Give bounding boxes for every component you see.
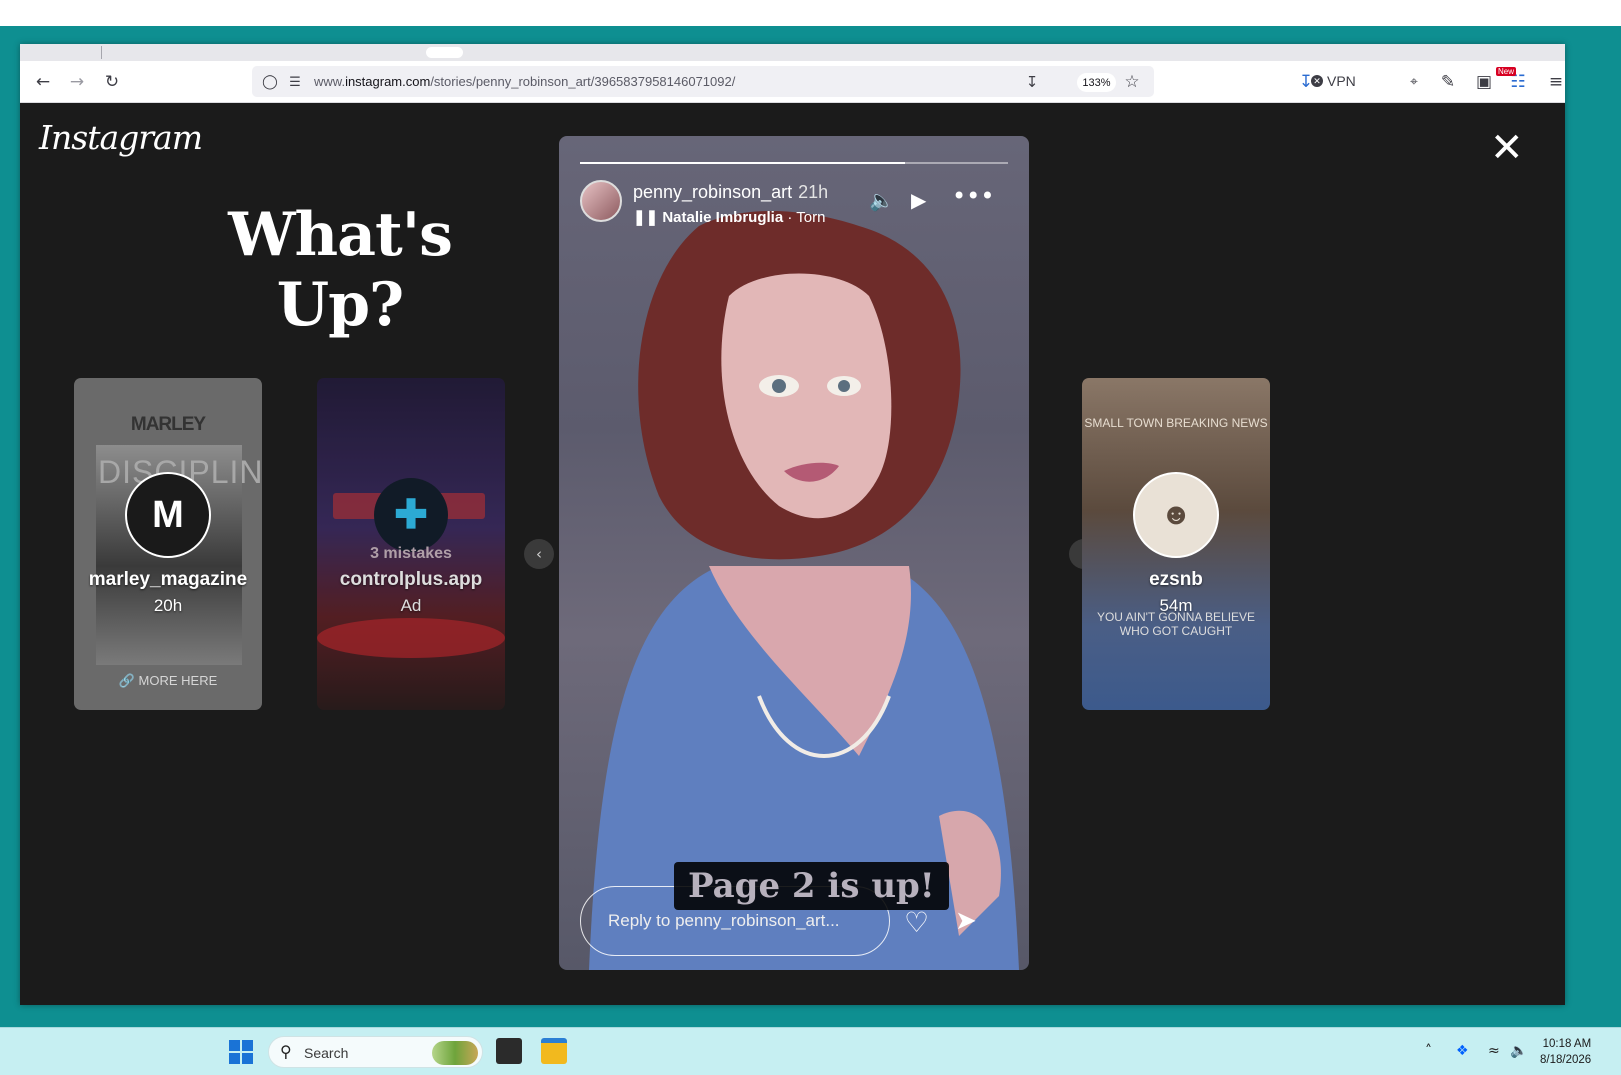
url-text[interactable]: www.instagram.com/stories/penny_robinson… xyxy=(314,74,735,89)
active-story[interactable]: penny_robinson_art 21h ❚❚ Natalie Imbrugl… xyxy=(559,136,1029,970)
search-highlight-image xyxy=(432,1041,478,1065)
instagram-story-viewer: Instagram ✕ What's Up? MARLEY DISCIPLINE… xyxy=(20,103,1565,1005)
previous-story-button[interactable]: ‹ xyxy=(524,539,554,569)
story-username: marley_magazine xyxy=(88,569,248,590)
marley-logo-icon: M xyxy=(152,493,184,536)
volume-icon[interactable]: 🔈 xyxy=(869,188,894,212)
extensions-icon[interactable]: ⌖ xyxy=(1400,68,1428,96)
instagram-logo[interactable]: Instagram xyxy=(39,118,203,157)
save-page-icon[interactable]: ↧ xyxy=(1018,68,1046,96)
taskbar: ⚲ Search ˄ ❖ ≈ 🔈 10:18 AM 8/18/2026 xyxy=(0,1027,1621,1075)
bookmark-star-icon[interactable]: ☆ xyxy=(1118,68,1146,96)
browser-window: ← → ↻ ◯ ☰ www.instagram.com/stories/penn… xyxy=(20,44,1565,1005)
story-card-marley-magazine[interactable]: MARLEY DISCIPLINE M marley_magazine 20h … xyxy=(74,378,262,710)
music-song: · Torn xyxy=(783,209,826,226)
card-more-text: 🔗 MORE HERE xyxy=(118,673,218,688)
vpn-status-icon: ✕ xyxy=(1311,75,1323,87)
puzzle-icon[interactable]: ✎ xyxy=(1434,68,1462,96)
card-overlay-text: 3 mistakes xyxy=(370,545,452,562)
avatar[interactable] xyxy=(580,180,622,222)
avatar: ☻ xyxy=(1133,472,1219,558)
shield-icon[interactable]: ◯ xyxy=(256,68,284,96)
search-icon: ⚲ xyxy=(280,1042,292,1061)
taskbar-search[interactable]: ⚲ Search xyxy=(268,1036,483,1068)
music-artist: Natalie Imbruglia xyxy=(662,209,784,226)
avatar: M xyxy=(125,472,211,558)
card-brand-text: MARLEY xyxy=(130,414,206,435)
story-progress-fill xyxy=(580,162,906,164)
story-time: 20h xyxy=(153,596,183,615)
reload-icon[interactable]: ↻ xyxy=(98,68,126,96)
play-icon[interactable]: ▶ xyxy=(911,188,926,212)
story-username[interactable]: penny_robinson_art xyxy=(633,182,792,202)
system-clock[interactable]: 10:18 AM 8/18/2026 xyxy=(1540,1036,1591,1068)
send-icon[interactable]: ➤ xyxy=(955,906,977,936)
dropbox-icon[interactable]: ❖ xyxy=(1456,1043,1469,1059)
story-card-controlplus[interactable]: ✚ 3 mistakes controlplus.app Ad xyxy=(317,378,505,710)
story-username: ezsnb xyxy=(1149,569,1203,590)
reply-placeholder: Reply to penny_robinson_art... xyxy=(608,911,840,930)
forward-icon[interactable]: → xyxy=(63,68,91,96)
ad-label: Ad xyxy=(400,596,422,615)
back-icon[interactable]: ← xyxy=(29,68,57,96)
browser-toolbar: ← → ↻ ◯ ☰ www.instagram.com/stories/penn… xyxy=(20,61,1565,103)
close-icon[interactable]: ✕ xyxy=(1490,128,1524,168)
person-avatar-icon: ☻ xyxy=(1160,498,1192,531)
vpn-button[interactable]: ✕ VPN xyxy=(1311,73,1356,89)
url-bar[interactable]: ◯ ☰ www.instagram.com/stories/penny_robi… xyxy=(252,66,1154,97)
story-header-user[interactable]: penny_robinson_art 21h xyxy=(633,182,828,203)
story-caption: Page 2 is up! xyxy=(674,862,949,910)
card-stage-floor xyxy=(317,618,505,658)
story-music[interactable]: ❚❚ Natalie Imbruglia · Torn xyxy=(633,208,825,226)
search-label: Search xyxy=(304,1045,349,1061)
page-headline: What's Up? xyxy=(228,200,453,340)
card-overlay-text: SMALL TOWN BREAKING NEWS xyxy=(1084,416,1268,430)
music-bars-icon: ❚❚ xyxy=(633,209,663,226)
controlplus-logo-icon: ✚ xyxy=(394,493,428,537)
permissions-icon[interactable]: ☰ xyxy=(281,68,309,96)
clock-date: 8/18/2026 xyxy=(1540,1054,1592,1066)
windows-start-icon[interactable] xyxy=(229,1040,253,1064)
vpn-label: VPN xyxy=(1327,73,1356,89)
speaker-icon[interactable]: 🔈 xyxy=(1510,1043,1527,1059)
zoom-level[interactable]: 133% xyxy=(1077,73,1116,92)
clock-time: 10:18 AM xyxy=(1542,1038,1592,1050)
story-card-ezsnb[interactable]: SMALL TOWN BREAKING NEWS ☻ ezsnb 54m YOU… xyxy=(1082,378,1270,710)
task-view-icon[interactable] xyxy=(496,1038,522,1064)
card-sub-text: YOU AIN'T GONNA BELIEVE WHO GOT CAUGHT xyxy=(1096,610,1256,638)
story-progress-bar xyxy=(580,162,1008,164)
new-badge: New xyxy=(1496,67,1517,76)
tab-strip xyxy=(20,44,1565,61)
sidebar-icon[interactable]: ▣ xyxy=(1470,68,1498,96)
wifi-icon[interactable]: ≈ xyxy=(1488,1043,1500,1059)
story-username: controlplus.app xyxy=(339,569,483,590)
heart-icon[interactable]: ♡ xyxy=(904,906,929,939)
tab-separator xyxy=(101,46,102,59)
more-options-icon[interactable]: ••• xyxy=(952,182,994,210)
avatar: ✚ xyxy=(374,478,448,552)
file-explorer-icon[interactable] xyxy=(541,1038,567,1064)
story-time: 21h xyxy=(798,182,829,202)
menu-icon[interactable]: ≡ xyxy=(1542,68,1570,96)
story-illustration xyxy=(589,211,1019,970)
tab-overflow-pill[interactable] xyxy=(426,47,463,58)
tray-chevron-icon[interactable]: ˄ xyxy=(1425,1043,1432,1059)
